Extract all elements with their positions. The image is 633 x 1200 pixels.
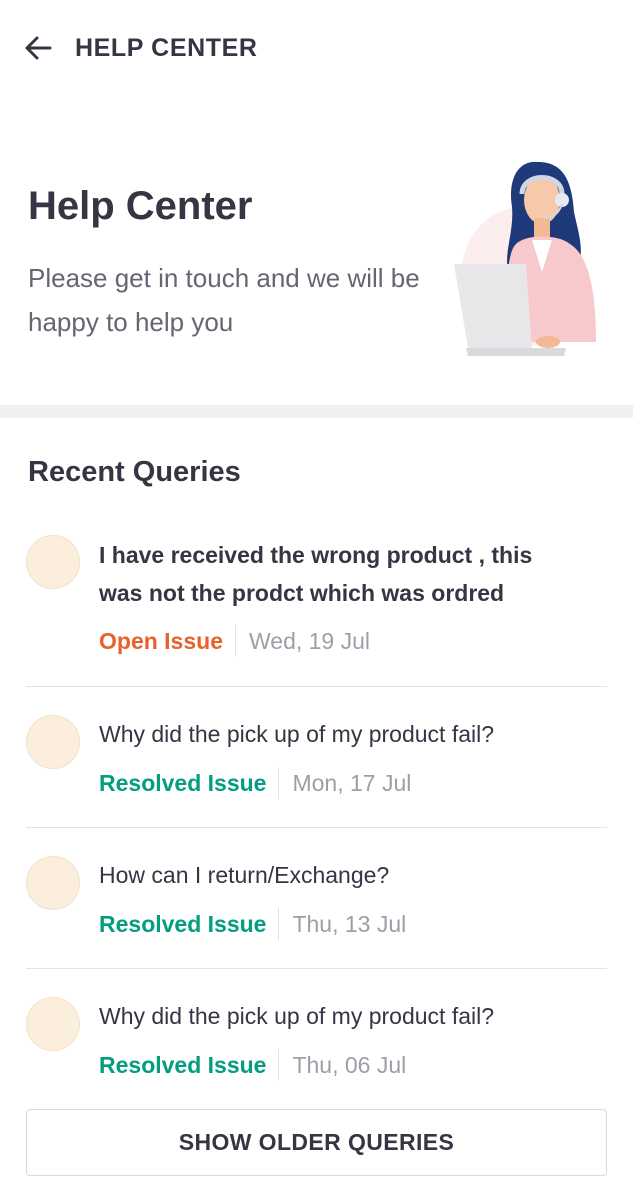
hero-banner: Help Center Please get in touch and we w…: [0, 98, 633, 405]
query-meta: Open Issue Wed, 19 Jul: [99, 625, 370, 657]
query-item[interactable]: I have received the wrong product , this…: [26, 535, 607, 687]
hero-subtitle: Please get in touch and we will be happy…: [28, 263, 420, 337]
query-text: I have received the wrong product , this…: [99, 542, 533, 606]
query-avatar: [26, 997, 80, 1051]
query-meta: Resolved Issue Thu, 06 Jul: [99, 1049, 406, 1081]
app-bar-title: HELP CENTER: [75, 34, 258, 62]
query-date: Mon, 17 Jul: [292, 769, 412, 796]
query-item[interactable]: How can I return/Exchange? Resolved Issu…: [26, 856, 607, 969]
query-date: Thu, 06 Jul: [292, 1051, 407, 1078]
query-text: Why did the pick up of my product fail?: [99, 721, 495, 747]
query-avatar: [26, 715, 80, 769]
show-older-queries-button[interactable]: SHOW OLDER QUERIES: [26, 1109, 607, 1176]
status-badge: Resolved Issue: [99, 1051, 267, 1078]
query-item[interactable]: Why did the pick up of my product fail? …: [26, 997, 607, 1087]
back-button[interactable]: [18, 26, 58, 70]
row-divider: [26, 686, 607, 687]
top-app-bar: HELP CENTER: [0, 0, 633, 98]
query-date: Thu, 13 Jul: [292, 910, 407, 937]
query-meta: Resolved Issue Mon, 17 Jul: [99, 767, 411, 799]
status-badge: Open Issue: [99, 627, 223, 654]
recent-queries-title: Recent Queries: [28, 456, 241, 488]
hero-title: Help Center: [28, 184, 253, 228]
status-badge: Resolved Issue: [99, 910, 267, 937]
query-text: Why did the pick up of my product fail?: [99, 1003, 495, 1029]
row-divider: [26, 827, 607, 828]
section-divider: [0, 405, 633, 418]
support-agent-illustration: [454, 161, 596, 356]
status-badge: Resolved Issue: [99, 769, 267, 796]
row-divider: [26, 968, 607, 969]
query-item[interactable]: Why did the pick up of my product fail? …: [26, 715, 607, 828]
query-meta: Resolved Issue Thu, 13 Jul: [99, 908, 406, 940]
query-avatar: [26, 535, 80, 589]
query-date: Wed, 19 Jul: [248, 627, 371, 654]
arrow-left-icon: [25, 36, 52, 60]
query-text: How can I return/Exchange?: [99, 862, 390, 888]
query-avatar: [26, 856, 80, 910]
